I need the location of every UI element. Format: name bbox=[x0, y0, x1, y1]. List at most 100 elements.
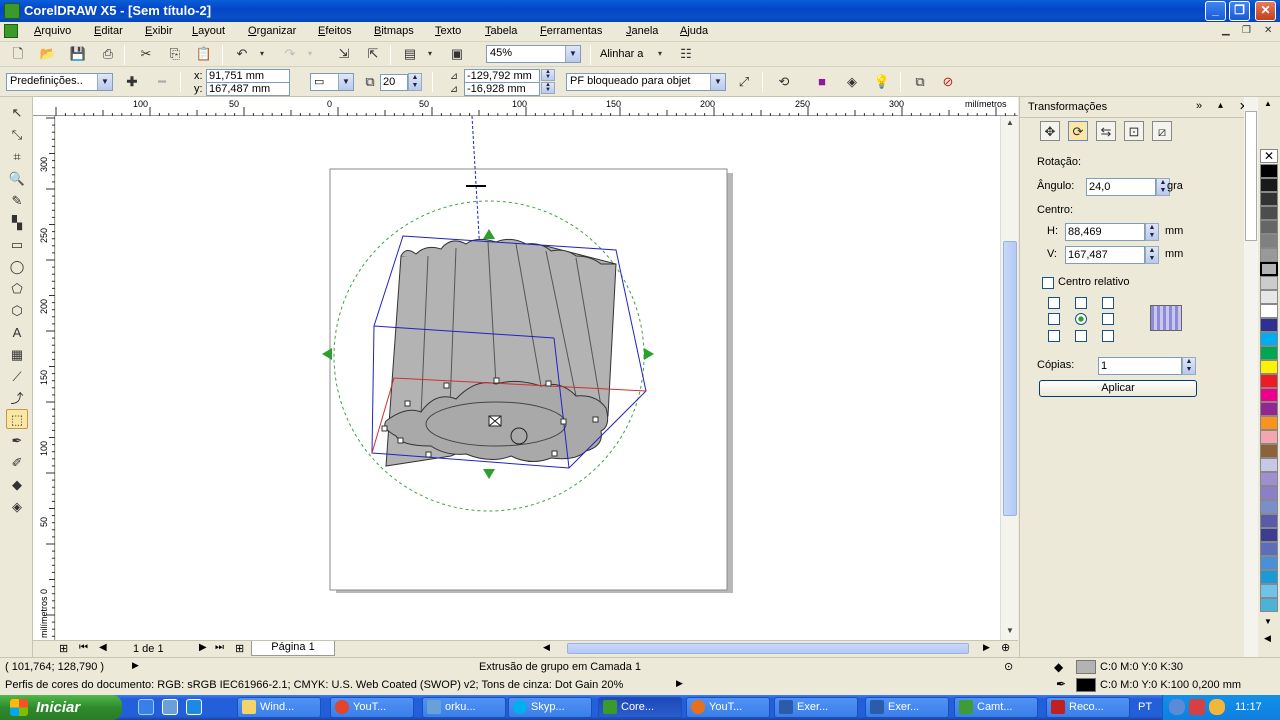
vertical-scrollbar[interactable]: ▲ ▼ bbox=[1000, 116, 1018, 640]
palette-scroll-up-icon[interactable]: ▲ bbox=[1264, 99, 1272, 108]
task-skype[interactable]: Skyp... bbox=[508, 697, 592, 718]
swatch-cyan[interactable] bbox=[1260, 332, 1278, 346]
anchor-center[interactable] bbox=[1075, 313, 1087, 325]
import-icon[interactable]: ⇲ bbox=[334, 44, 354, 64]
anchor-top-right[interactable] bbox=[1102, 297, 1114, 309]
angle-input[interactable]: 24,0 bbox=[1086, 178, 1156, 196]
polygon-tool-icon[interactable]: ⬠ bbox=[6, 279, 28, 299]
swatch-red[interactable] bbox=[1260, 374, 1278, 388]
scroll-right-icon[interactable]: ▶ bbox=[983, 642, 990, 653]
drawing-canvas[interactable] bbox=[56, 116, 1000, 640]
vanishing-point-x-field[interactable]: -129,792 mm bbox=[464, 69, 540, 83]
next-page-icon[interactable]: ▶ bbox=[199, 642, 207, 653]
first-page-icon[interactable]: ⏮ bbox=[79, 642, 88, 653]
position-tab-icon[interactable]: ✥ bbox=[1040, 121, 1060, 141]
ie-quicklaunch-icon[interactable] bbox=[186, 699, 202, 715]
extrusion-type-combo[interactable]: ▭ ▼ bbox=[310, 73, 354, 91]
docker-side-tab[interactable] bbox=[1245, 111, 1257, 241]
smart-fill-icon[interactable]: ▚ bbox=[6, 213, 28, 233]
menu-layout[interactable]: Layout bbox=[192, 25, 225, 37]
text-tool-icon[interactable]: A bbox=[6, 323, 28, 343]
swatch-periwinkle[interactable] bbox=[1260, 500, 1278, 514]
prev-page-icon[interactable]: ◀ bbox=[99, 642, 107, 653]
swatch-deep-blue[interactable] bbox=[1260, 528, 1278, 542]
fill-color-swatch[interactable] bbox=[1076, 660, 1096, 674]
rotate-tab-icon[interactable]: ⟳ bbox=[1068, 121, 1088, 141]
outline-color-swatch[interactable] bbox=[1076, 678, 1096, 692]
depth-field[interactable]: 20 bbox=[380, 74, 408, 91]
task-recorder[interactable]: Reco... bbox=[1046, 697, 1130, 718]
horizontal-scroll-thumb[interactable] bbox=[567, 643, 969, 654]
last-page-icon[interactable]: ⏭ bbox=[215, 642, 224, 653]
swatch-blue-gray[interactable] bbox=[1260, 542, 1278, 556]
new-document-icon[interactable]: 🗋 bbox=[8, 44, 28, 64]
pick-tool-icon[interactable]: ↖ bbox=[6, 103, 28, 123]
vp-x-spinner[interactable]: ▲ ▼ bbox=[541, 69, 555, 81]
language-indicator[interactable]: PT bbox=[1138, 701, 1152, 713]
doc-restore-icon[interactable]: ❐ bbox=[1242, 25, 1251, 36]
apply-button[interactable]: Aplicar bbox=[1039, 380, 1197, 397]
anchor-top-left[interactable] bbox=[1048, 297, 1060, 309]
x-position-field[interactable]: 91,751 mm bbox=[206, 69, 290, 83]
swatch-teal[interactable] bbox=[1260, 598, 1278, 612]
cut-icon[interactable]: ✂ bbox=[136, 44, 156, 64]
menu-arquivo[interactable]: Arquivo bbox=[34, 25, 71, 37]
scale-mirror-tab-icon[interactable]: ⇆ bbox=[1096, 121, 1116, 141]
color-profiles-info[interactable]: Perfis de cores do documento: RGB: sRGB … bbox=[5, 679, 623, 691]
zoom-tool-icon[interactable]: 🔍 bbox=[6, 169, 28, 189]
extrude-color-icon[interactable]: ■ bbox=[812, 72, 832, 92]
y-position-field[interactable]: 167,487 mm bbox=[206, 82, 290, 96]
swatch-gray-90[interactable] bbox=[1260, 178, 1278, 192]
desktop-quicklaunch-icon[interactable] bbox=[162, 699, 178, 715]
task-excel-word-2[interactable]: Exer... bbox=[865, 697, 949, 718]
status-expand-icon[interactable]: ▶ bbox=[132, 660, 139, 671]
align-to-label[interactable]: Alinhar a bbox=[600, 48, 643, 60]
undo-dropdown-icon[interactable]: ▾ bbox=[256, 44, 268, 64]
doc-close-icon[interactable]: ✕ bbox=[1264, 25, 1272, 36]
task-orkut[interactable]: orku... bbox=[422, 697, 506, 718]
swatch-orange[interactable] bbox=[1260, 416, 1278, 430]
palette-scroll-down-icon[interactable]: ▼ bbox=[1264, 617, 1272, 626]
dimension-tool-icon[interactable]: ⟋ bbox=[6, 367, 28, 387]
export-icon[interactable]: ⇱ bbox=[363, 44, 383, 64]
doc-minimize-icon[interactable]: ▁ bbox=[1222, 25, 1230, 36]
swatch-magenta[interactable] bbox=[1260, 388, 1278, 402]
scroll-left-icon[interactable]: ◀ bbox=[543, 642, 550, 653]
document-icon[interactable] bbox=[4, 24, 18, 38]
scroll-down-icon[interactable]: ▼ bbox=[1003, 626, 1017, 638]
vanishing-point-y-field[interactable]: -16,928 mm bbox=[464, 82, 540, 96]
copy-extrusion-icon[interactable]: ⧉ bbox=[910, 72, 930, 92]
tray-back-icon[interactable] bbox=[1169, 699, 1185, 715]
copies-input[interactable]: 1 bbox=[1098, 357, 1182, 375]
options-icon[interactable]: ☷ bbox=[676, 44, 696, 64]
profile-expand-icon[interactable]: ▶ bbox=[676, 678, 683, 689]
chevron-down-icon[interactable]: ▼ bbox=[710, 74, 725, 90]
preset-combo[interactable]: Predefinições.. ▼ bbox=[6, 73, 113, 91]
menu-tabela[interactable]: Tabela bbox=[485, 25, 517, 37]
add-page-icon[interactable]: ⊞ bbox=[59, 642, 68, 655]
swatch-gray-10[interactable] bbox=[1260, 290, 1278, 304]
menu-organizar[interactable]: Organizar bbox=[248, 25, 296, 37]
navigator-icon[interactable]: ⊕ bbox=[1001, 641, 1010, 654]
extrude-tool-icon[interactable]: ⬚ bbox=[6, 409, 28, 429]
status-options-icon[interactable]: ⊙ bbox=[1004, 660, 1013, 673]
swatch-indigo[interactable] bbox=[1260, 514, 1278, 528]
print-icon[interactable]: ⎙ bbox=[98, 44, 118, 64]
task-camtasia[interactable]: Camt... bbox=[954, 697, 1038, 718]
undo-icon[interactable]: ↶ bbox=[232, 44, 252, 64]
chevron-down-icon[interactable]: ▼ bbox=[97, 74, 112, 90]
depth-spinner[interactable]: ▲ ▼ bbox=[408, 73, 422, 91]
swatch-violet[interactable] bbox=[1260, 472, 1278, 486]
relative-center-checkbox[interactable] bbox=[1042, 277, 1054, 289]
vanishing-point-lock-combo[interactable]: PF bloqueado para objet ▼ bbox=[566, 73, 726, 91]
swatch-navy[interactable] bbox=[1260, 318, 1278, 332]
scroll-up-icon[interactable]: ▲ bbox=[1003, 118, 1017, 130]
anchor-bottom-left[interactable] bbox=[1048, 330, 1060, 342]
eyedropper-tool-icon[interactable]: ✒ bbox=[6, 431, 28, 451]
swatch-gray-70[interactable] bbox=[1260, 206, 1278, 220]
menu-texto[interactable]: Texto bbox=[435, 25, 461, 37]
swatch-lavender[interactable] bbox=[1260, 458, 1278, 472]
welcome-screen-icon[interactable]: ▣ bbox=[447, 44, 467, 64]
vertical-ruler[interactable]: 300 250 200 150 100 50 0 milímetros bbox=[33, 116, 55, 640]
swatch-yellow[interactable] bbox=[1260, 360, 1278, 374]
